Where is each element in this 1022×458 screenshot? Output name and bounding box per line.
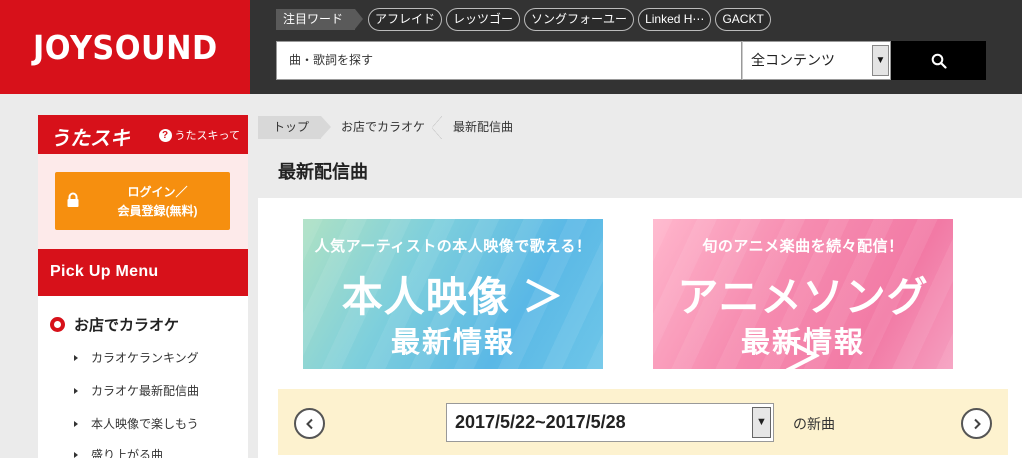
breadcrumb: トップ お店でカラオケ 最新配信曲 [258, 116, 526, 139]
trending-word-chip[interactable]: レッツゴー [446, 8, 521, 31]
next-week-button[interactable] [961, 408, 992, 439]
week-selector-bar: 2017/5/22~2017/5/28 ▼ の新曲 [278, 389, 1008, 455]
utasuki-help-link[interactable]: ? うたスキって [158, 127, 240, 143]
chevron-left-icon [305, 418, 313, 429]
chevron-right-icon [973, 418, 981, 429]
week-suffix-label: の新曲 [793, 416, 835, 432]
banner-heading: 本人映像 ＞ [341, 274, 565, 320]
trending-word-chip[interactable]: ソングフォーユー [524, 8, 635, 31]
utasuki-title: うたスキ [50, 128, 130, 150]
breadcrumb-top[interactable]: トップ [258, 116, 332, 139]
trending-word-chip[interactable]: GACKT [715, 8, 771, 31]
pickup-item-ranking[interactable]: カラオケランキング [74, 349, 199, 366]
pickup-item-new-songs[interactable]: カラオケ最新配信曲 [74, 382, 199, 399]
banner-tagline: 旬のアニメ楽曲を続々配信！ [702, 238, 904, 255]
search-input[interactable]: 曲・歌詞を探す [276, 41, 742, 80]
breadcrumb-current: 最新配信曲 [453, 120, 514, 134]
circle-bullet-icon [50, 317, 65, 332]
question-icon: ? [158, 128, 172, 142]
login-button[interactable]: ログイン／ 会員登録(無料) [55, 172, 230, 230]
pickup-item-artist-video[interactable]: 本人映像で楽しもう [74, 415, 199, 432]
pickup-item-label: カラオケ最新配信曲 [91, 384, 200, 398]
pickup-menu: お店でカラオケ カラオケランキング カラオケ最新配信曲 本人映像で楽しもう 盛り… [38, 296, 248, 458]
header-bar: 注目ワード アフレイド レッツゴー ソングフォーユー Linked H⋯ GAC… [250, 0, 1022, 94]
pickup-item-party-songs[interactable]: 盛り上がる曲 [74, 446, 163, 458]
breadcrumb-karaoke[interactable]: お店でカラオケ [321, 116, 443, 139]
pickup-section-label: お店でカラオケ [74, 317, 180, 334]
joysound-logo[interactable]: JOYSOUND [0, 0, 250, 94]
chevron-down-icon: ▼ [752, 407, 771, 438]
trending-label: 注目ワード [276, 9, 364, 30]
page-title: 最新配信曲 [278, 162, 368, 182]
search-scope-value: 全コンテンツ [751, 52, 835, 68]
pickup-menu-title: Pick Up Menu [38, 249, 248, 296]
trending-word-list: アフレイド レッツゴー ソングフォーユー Linked H⋯ GACKT [368, 8, 775, 31]
previous-week-button[interactable] [294, 408, 325, 439]
pickup-item-label: 盛り上がる曲 [91, 448, 164, 458]
trending-words-row: 注目ワード アフレイド レッツゴー ソングフォーユー Linked H⋯ GAC… [276, 8, 775, 31]
login-label-line1: ログイン／ [127, 185, 188, 199]
logo-text: JOYSOUND [32, 27, 218, 67]
pickup-section-karaoke[interactable]: お店でカラオケ [50, 314, 179, 335]
triangle-right-icon [74, 387, 78, 394]
trending-word-chip[interactable]: アフレイド [368, 8, 443, 31]
search-icon [931, 53, 947, 69]
login-panel: ログイン／ 会員登録(無料) [38, 154, 248, 249]
banner-tagline: 人気アーティストの本人映像で歌える！ [314, 238, 592, 255]
utasuki-help-label: うたスキって [174, 130, 240, 142]
search-scope-select[interactable]: 全コンテンツ ▼ [742, 41, 891, 80]
utasuki-header: うたスキ ? うたスキって [38, 115, 248, 154]
triangle-right-icon [74, 354, 78, 361]
triangle-right-icon [74, 451, 78, 458]
week-select[interactable]: 2017/5/22~2017/5/28 ▼ [446, 403, 774, 442]
trending-word-chip[interactable]: Linked H⋯ [638, 8, 712, 31]
banner-subheading: 最新情報 [740, 327, 865, 359]
chevron-down-icon: ▼ [872, 45, 889, 76]
triangle-right-icon [74, 420, 78, 427]
search-button[interactable] [891, 41, 986, 80]
anime-song-banner[interactable]: 旬のアニメ楽曲を続々配信！ アニメソング ＞ 最新情報 [653, 219, 953, 369]
login-label-line2: 会員登録(無料) [117, 204, 198, 218]
pickup-item-label: カラオケランキング [91, 351, 199, 365]
pickup-item-label: 本人映像で楽しもう [91, 417, 199, 431]
week-select-value: 2017/5/22~2017/5/28 [455, 412, 626, 432]
banner-subheading: 最新情報 [390, 327, 515, 359]
lock-icon [67, 192, 79, 207]
artist-video-banner[interactable]: 人気アーティストの本人映像で歌える！ 本人映像 ＞ 最新情報 [303, 219, 603, 369]
